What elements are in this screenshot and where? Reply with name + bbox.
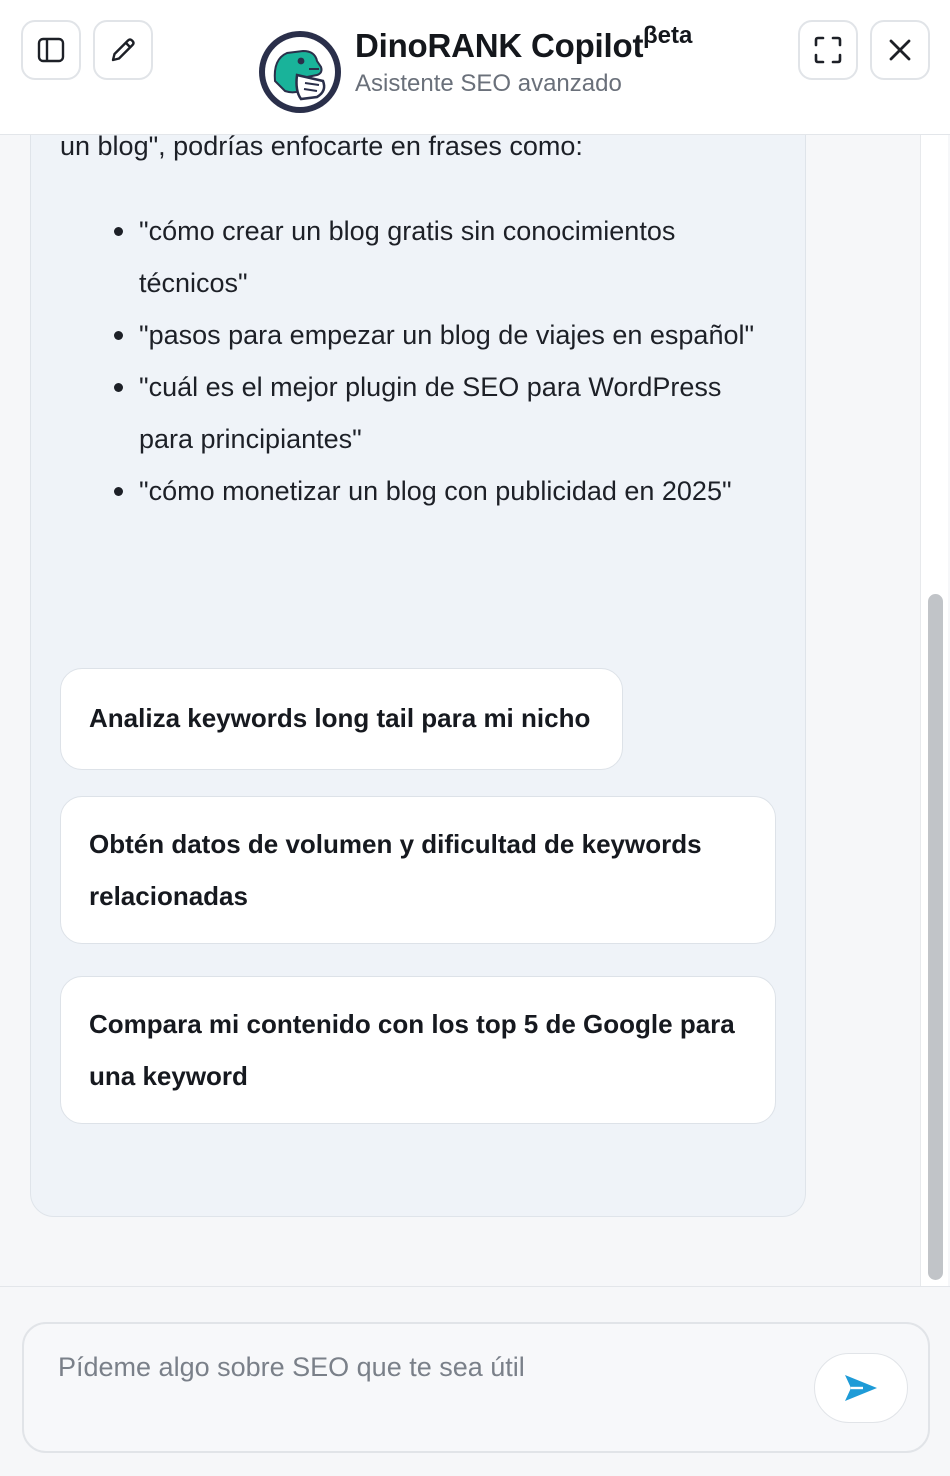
- fullscreen-icon: [814, 36, 842, 64]
- scrollbar-thumb[interactable]: [928, 594, 943, 1280]
- send-button[interactable]: [814, 1353, 908, 1423]
- beta-badge: βeta: [643, 22, 693, 49]
- pencil-icon: [111, 38, 135, 62]
- app-subtitle: Asistente SEO avanzado: [355, 70, 622, 97]
- sidebar-panel-icon: [37, 37, 65, 63]
- app-title: DinoRANK Copilot: [355, 27, 644, 64]
- close-button[interactable]: [870, 20, 930, 80]
- new-chat-button[interactable]: [93, 20, 153, 80]
- chat-messages[interactable]: un blog", podrías enfocarte en frases co…: [0, 135, 950, 1286]
- message-composer[interactable]: [22, 1322, 930, 1453]
- suggestion-chip-volume-difficulty[interactable]: Obtén datos de volumen y dificultad de k…: [60, 796, 776, 944]
- toggle-sidebar-button[interactable]: [21, 20, 81, 80]
- list-item: "cuál es el mejor plugin de SEO para Wor…: [110, 361, 770, 465]
- suggestion-chip-compare-top5[interactable]: Compara mi contenido con los top 5 de Go…: [60, 976, 776, 1124]
- close-icon: [889, 39, 911, 61]
- composer-area: [0, 1286, 950, 1476]
- list-item: "pasos para empezar un blog de viajes en…: [110, 309, 770, 361]
- keyword-list: "cómo crear un blog gratis sin conocimie…: [110, 205, 770, 517]
- dinorank-logo-icon: [259, 31, 341, 113]
- fullscreen-button[interactable]: [798, 20, 858, 80]
- list-item: "cómo crear un blog gratis sin conocimie…: [110, 205, 770, 309]
- chat-header: DinoRANK Copilot βeta Asistente SEO avan…: [0, 0, 950, 135]
- send-arrow-icon: [845, 1375, 877, 1401]
- list-item: "cómo monetizar un blog con publicidad e…: [110, 465, 770, 517]
- suggestion-chip-long-tail[interactable]: Analiza keywords long tail para mi nicho: [60, 668, 623, 770]
- message-input[interactable]: [58, 1352, 798, 1383]
- message-text: un blog", podrías enfocarte en frases co…: [60, 135, 583, 161]
